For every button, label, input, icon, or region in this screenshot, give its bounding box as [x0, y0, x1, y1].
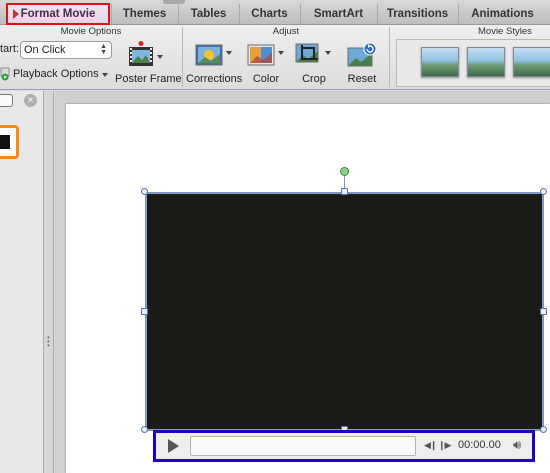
group-header-movie-options: Movie Options [60, 26, 122, 37]
corrections-label: Corrections [186, 73, 243, 85]
resize-handle-top-right[interactable] [540, 188, 547, 195]
ribbon-tab-bar: Format Movie Themes Tables Charts SmartA… [0, 0, 550, 25]
reset-label: Reset [347, 73, 377, 85]
movie-style-thumbnail[interactable] [513, 47, 550, 77]
movie-styles-gallery [396, 39, 550, 87]
resize-handle-top[interactable] [341, 188, 348, 195]
splitter-grip-icon: • • • [47, 333, 50, 350]
tab-transitions[interactable]: Transitions [377, 4, 457, 24]
corrections-icon [195, 44, 223, 66]
color-button[interactable]: Color [244, 41, 288, 89]
resize-handle-bottom-right[interactable] [540, 426, 547, 433]
select-stepper-icon: ▲ ▼ [100, 43, 107, 56]
tab-indicator-icon [13, 9, 19, 19]
play-icon[interactable] [168, 439, 179, 453]
step-back-icon[interactable]: ◀❙ [424, 440, 438, 451]
step-forward-icon[interactable]: ❙▶ [438, 440, 452, 451]
tab-label: Animations [471, 8, 534, 20]
resize-handle-left[interactable] [141, 308, 148, 315]
tab-label: Themes [122, 8, 167, 20]
chevron-down-icon [157, 55, 163, 59]
outline-view-icon[interactable] [0, 94, 13, 107]
poster-frame-button[interactable]: Poster Frame [115, 41, 182, 89]
group-header-adjust: Adjust [272, 26, 300, 37]
tab-animations[interactable]: Animations [458, 4, 546, 24]
movie-style-thumbnail[interactable] [421, 47, 459, 77]
scrubber-track[interactable] [190, 436, 416, 456]
tab-smartart[interactable]: SmartArt [300, 4, 376, 24]
group-divider [389, 27, 390, 87]
tab-themes[interactable]: Themes [111, 4, 177, 24]
chevron-down-icon [278, 51, 284, 55]
reset-icon [347, 42, 377, 67]
resize-handle-bottom-left[interactable] [141, 426, 148, 433]
resize-handle-top-left[interactable] [141, 188, 148, 195]
chevron-down-icon [102, 73, 108, 77]
poster-frame-icon [129, 41, 153, 66]
group-header-movie-styles: Movie Styles [478, 26, 532, 37]
ribbon: Movie Options tart: On Click ▲ ▼ Playback… [0, 25, 550, 90]
tab-format-movie[interactable]: Format Movie [6, 3, 110, 25]
tab-label: Tables [190, 8, 227, 20]
corrections-button[interactable]: Corrections [186, 41, 242, 89]
playback-options-icon [0, 67, 10, 81]
movie-frame[interactable] [146, 193, 543, 430]
time-readout: 00:00.00 [458, 439, 501, 451]
playback-options-label: Playback Options [13, 68, 99, 80]
close-icon[interactable]: × [24, 94, 37, 107]
start-select[interactable]: On Click ▲ ▼ [20, 41, 112, 59]
crop-label: Crop [302, 73, 326, 85]
chevron-down-icon [325, 51, 331, 55]
tab-label: SmartArt [313, 8, 364, 20]
color-label: Color [252, 73, 280, 85]
tab-label: Charts [251, 8, 288, 20]
poster-frame-label: Poster Frame [115, 73, 182, 85]
rotation-handle[interactable] [340, 167, 349, 176]
tab-label: Format Movie [20, 8, 96, 20]
tab-label: Transitions [386, 8, 449, 20]
crop-icon [295, 43, 319, 63]
tab-tables[interactable]: Tables [178, 4, 238, 24]
start-select-value: On Click [24, 44, 66, 56]
movie-style-thumbnail[interactable] [467, 47, 505, 77]
chevron-down-icon [226, 51, 232, 55]
resize-handle-right[interactable] [540, 308, 547, 315]
slide-thumbnail-pane: × [0, 91, 44, 473]
crop-button[interactable]: Crop [292, 41, 336, 89]
tab-charts[interactable]: Charts [239, 4, 299, 24]
color-icon [247, 44, 275, 66]
slide-thumbnail[interactable] [0, 125, 19, 159]
movie-playback-bar: ◀❙ ❙▶ 00:00.00 🔊︎ [153, 430, 535, 462]
reset-button[interactable]: Reset [340, 41, 384, 89]
pane-splitter[interactable] [44, 91, 54, 473]
start-label: tart: [0, 43, 19, 55]
volume-icon[interactable]: 🔊︎ [513, 437, 521, 453]
